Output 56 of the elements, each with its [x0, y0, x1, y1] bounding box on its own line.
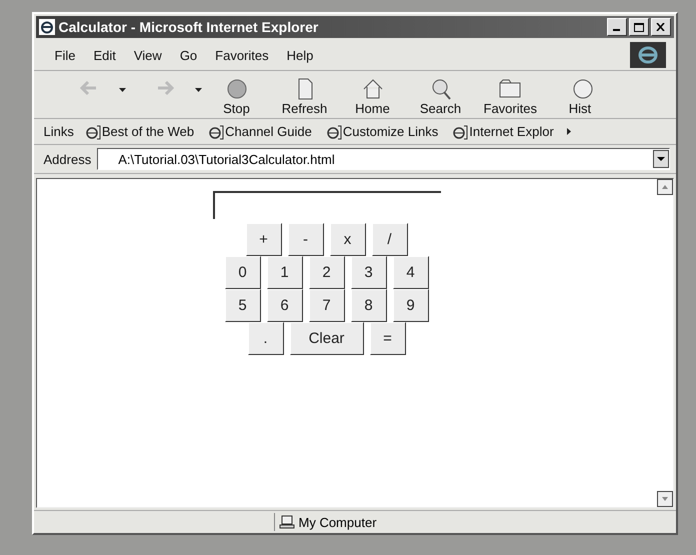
history-button[interactable]: Hist	[548, 77, 611, 116]
search-button[interactable]: Search	[410, 77, 472, 116]
ie-logo-icon	[636, 45, 658, 65]
stop-button[interactable]: Stop	[206, 77, 268, 116]
address-field[interactable]: A:\Tutorial.03\Tutorial3Calculator.html	[97, 148, 670, 170]
close-button[interactable]	[650, 18, 670, 36]
menu-item[interactable]: File	[48, 46, 82, 64]
dropdown-arrow-icon	[194, 88, 202, 92]
refresh-button[interactable]: Refresh	[274, 77, 336, 116]
dropdown-arrow-icon	[118, 88, 126, 92]
link-button[interactable]: Customize Links	[322, 124, 442, 140]
scroll-up-icon[interactable]	[656, 179, 672, 195]
address-label: Address	[44, 152, 92, 166]
minimize-button[interactable]	[606, 18, 626, 36]
calculator-key[interactable]: 2	[308, 256, 344, 289]
link-button[interactable]: Internet Explor	[449, 124, 557, 140]
calculator-key[interactable]: 4	[392, 256, 428, 289]
calculator-key[interactable]: x	[330, 223, 366, 256]
calculator-key[interactable]: =	[370, 322, 406, 355]
links-label: Links	[44, 124, 74, 139]
menu-item[interactable]: Go	[172, 46, 204, 64]
menu-item[interactable]: Edit	[86, 46, 123, 64]
calculator-key[interactable]: 5	[224, 289, 260, 322]
page-icon	[208, 124, 224, 140]
page-icon	[84, 124, 101, 140]
home-button[interactable]: Home	[342, 77, 404, 116]
calculator-key[interactable]: 8	[350, 289, 386, 322]
computer-icon	[278, 515, 294, 529]
scroll-down-icon[interactable]	[656, 491, 672, 507]
page-icon	[452, 124, 468, 140]
menu-item[interactable]: Help	[280, 46, 320, 64]
more-arrow-icon[interactable]	[566, 128, 571, 135]
menu-item[interactable]: Favorites	[208, 46, 276, 64]
window-title: Calculator - Microsoft Internet Explorer	[58, 19, 320, 35]
zone-label: My Computer	[298, 514, 377, 530]
calculator-key[interactable]: .	[248, 322, 284, 355]
link-button[interactable]: Channel Guide	[205, 124, 315, 140]
calculator-key[interactable]: 9	[392, 289, 428, 322]
calculator-key[interactable]: /	[372, 223, 408, 256]
calculator-key[interactable]: 7	[308, 289, 344, 322]
favorites-button[interactable]: Favorites	[478, 77, 543, 116]
calculator-key[interactable]: Clear	[290, 322, 364, 355]
maximize-button[interactable]	[628, 18, 648, 36]
menu-item[interactable]: View	[126, 46, 169, 64]
calculator-key[interactable]: +	[246, 223, 282, 256]
link-button[interactable]: Best of the Web	[82, 124, 198, 140]
calculator-key[interactable]: -	[288, 223, 324, 256]
page-icon	[326, 124, 342, 140]
calculator-key[interactable]: 6	[266, 289, 302, 322]
calculator-key[interactable]: 0	[224, 256, 260, 289]
calculator-key[interactable]: 1	[266, 256, 302, 289]
calculator-key[interactable]: 3	[350, 256, 386, 289]
maximize-icon	[634, 22, 644, 32]
close-icon	[656, 23, 665, 31]
display-field[interactable]	[212, 191, 440, 219]
ie-logo-icon	[38, 19, 54, 35]
